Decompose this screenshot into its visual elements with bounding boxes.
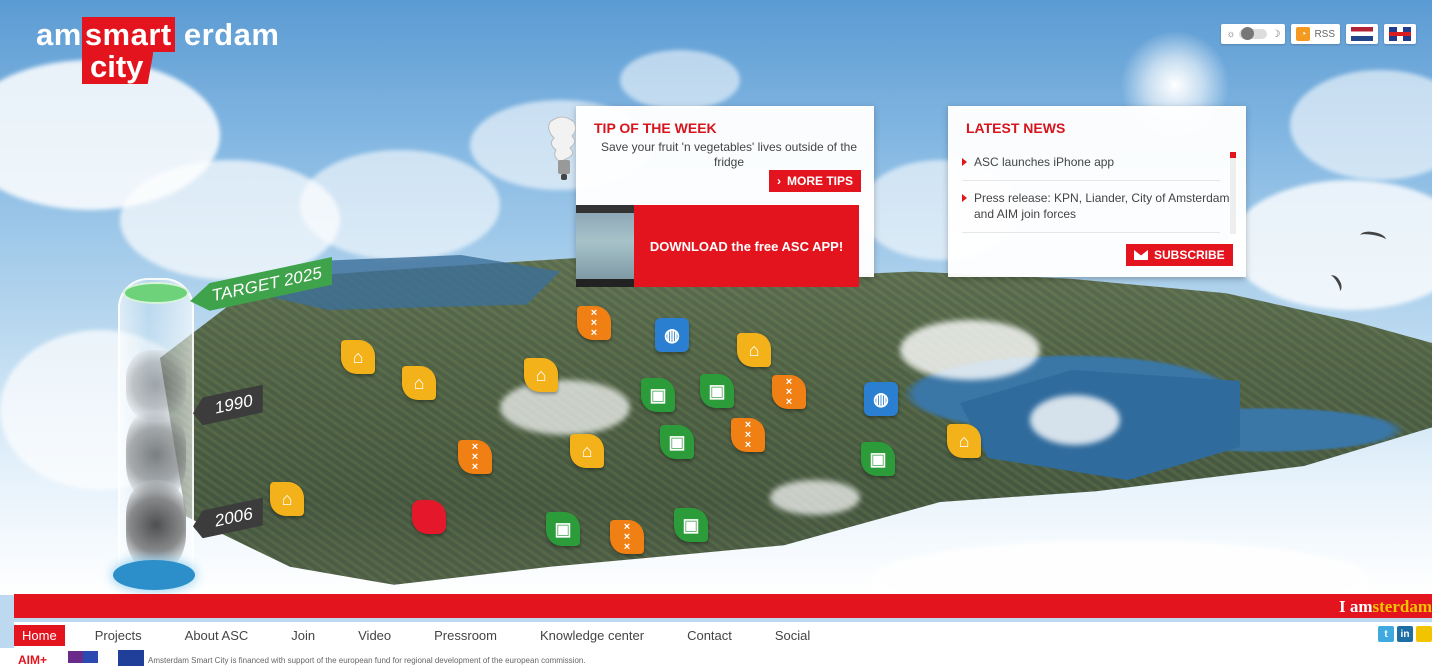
fog [1030, 395, 1120, 445]
subscribe-label: SUBSCRIBE [1154, 248, 1225, 262]
house-icon[interactable]: ⌂ [570, 434, 604, 468]
social-links: t in [1378, 626, 1432, 642]
linkedin-icon[interactable]: in [1397, 626, 1413, 642]
logo-text-highlight: smart [81, 17, 175, 52]
download-app-button[interactable]: DOWNLOAD the free ASC APP! [634, 205, 859, 287]
co2-gauge-tube [118, 278, 194, 587]
rss-icon: ◔ [1296, 27, 1311, 41]
red-banner: I amsterdam [14, 594, 1432, 618]
language-dutch[interactable] [1346, 24, 1378, 44]
twitter-icon[interactable]: t [1378, 626, 1394, 642]
highlight-marker[interactable] [412, 500, 446, 534]
extra-social-icon[interactable] [1416, 626, 1432, 642]
main-nav: Home Projects About ASC Join Video Press… [14, 622, 1432, 648]
nav-video[interactable]: Video [358, 628, 391, 643]
more-tips-button[interactable]: › MORE TIPS [769, 170, 862, 192]
moon-icon: ☽ [1271, 28, 1281, 40]
nav-about[interactable]: About ASC [185, 628, 249, 643]
nav-knowledge-center[interactable]: Knowledge center [540, 628, 644, 643]
divider [962, 180, 1220, 181]
briefcase-icon[interactable]: ▣ [641, 378, 675, 412]
partner-logo[interactable] [68, 651, 98, 663]
iamsterdam-logo[interactable]: I amsterdam [1339, 597, 1432, 617]
footer: AIM+ Amsterdam Smart City is financed wi… [0, 648, 1432, 669]
tip-title: TIP OF THE WEEK [594, 120, 717, 136]
house-icon[interactable]: ⌂ [402, 366, 436, 400]
briefcase-icon[interactable]: ▣ [700, 374, 734, 408]
gauge-base [113, 560, 195, 590]
amsterdam-xxx-icon[interactable]: × × × [577, 306, 611, 340]
nav-join[interactable]: Join [291, 628, 315, 643]
phone-app-image [576, 205, 634, 287]
scrollbar-thumb[interactable] [1230, 152, 1236, 158]
tip-of-the-week-panel: TIP OF THE WEEK Save your fruit 'n veget… [576, 106, 874, 287]
fog [500, 380, 630, 435]
nav-projects[interactable]: Projects [95, 628, 142, 643]
latest-news-panel: LATEST NEWS ASC launches iPhone app Pres… [948, 106, 1246, 277]
house-icon[interactable]: ⌂ [524, 358, 558, 392]
briefcase-icon[interactable]: ▣ [674, 508, 708, 542]
briefcase-icon[interactable]: ▣ [546, 512, 580, 546]
nav-social[interactable]: Social [775, 628, 810, 643]
nav-home[interactable]: Home [14, 624, 65, 646]
tip-text: Save your fruit 'n vegetables' lives out… [600, 140, 858, 169]
fog [770, 480, 860, 515]
gauge-target-level [123, 282, 189, 304]
lightbulb-icon [548, 116, 577, 180]
sun-icon: ☼ [1226, 28, 1236, 40]
language-english[interactable] [1384, 24, 1416, 44]
rss-label: RSS [1314, 28, 1335, 40]
footer-text: Amsterdam Smart City is financed with su… [148, 656, 586, 665]
day-night-toggle[interactable]: ☼ ☽ [1221, 24, 1286, 44]
nav-contact[interactable]: Contact [687, 628, 732, 643]
amsterdam-xxx-icon[interactable]: × × × [772, 375, 806, 409]
logo-text: erdam [183, 17, 280, 52]
news-scrollbar[interactable] [1230, 152, 1236, 234]
subscribe-button[interactable]: SUBSCRIBE [1126, 244, 1233, 266]
chevron-right-icon: › [777, 174, 781, 188]
logo-text: am [36, 17, 82, 52]
briefcase-icon[interactable]: ▣ [861, 442, 895, 476]
eu-flag-icon [118, 650, 144, 666]
globe-icon[interactable]: ◍ [655, 318, 689, 352]
site-logo[interactable]: amsmart erdam city [36, 17, 280, 84]
globe-icon[interactable]: ◍ [864, 382, 898, 416]
news-item[interactable]: ASC launches iPhone app [962, 154, 1234, 170]
mail-icon [1134, 250, 1148, 260]
house-icon[interactable]: ⌂ [737, 333, 771, 367]
nav-pressroom[interactable]: Pressroom [434, 628, 497, 643]
fog [900, 320, 1040, 380]
amsterdam-xxx-icon[interactable]: × × × [610, 520, 644, 554]
iam-text: I am [1338, 597, 1373, 616]
smoke [126, 480, 186, 570]
house-icon[interactable]: ⌂ [947, 424, 981, 458]
aim-logo[interactable]: AIM+ [18, 653, 47, 667]
house-icon[interactable]: ⌂ [341, 340, 375, 374]
cloud [300, 150, 500, 260]
flag-uk-icon [1389, 27, 1411, 41]
amsterdam-xxx-icon[interactable]: × × × [458, 440, 492, 474]
news-item[interactable]: Press release: KPN, Liander, City of Ams… [962, 190, 1234, 222]
top-controls: ☼ ☽ ◔ RSS [1221, 24, 1416, 44]
more-tips-label: MORE TIPS [787, 174, 854, 188]
divider [962, 232, 1220, 233]
cloud [620, 50, 740, 110]
briefcase-icon[interactable]: ▣ [660, 425, 694, 459]
rss-link[interactable]: ◔ RSS [1291, 24, 1340, 44]
house-icon[interactable]: ⌂ [270, 482, 304, 516]
iam-text-highlight: sterdam [1372, 597, 1432, 616]
news-title: LATEST NEWS [966, 120, 1066, 136]
amsterdam-xxx-icon[interactable]: × × × [731, 418, 765, 452]
flag-nl-icon [1351, 27, 1373, 41]
logo-city: city [82, 52, 154, 84]
cloud [1290, 70, 1432, 180]
